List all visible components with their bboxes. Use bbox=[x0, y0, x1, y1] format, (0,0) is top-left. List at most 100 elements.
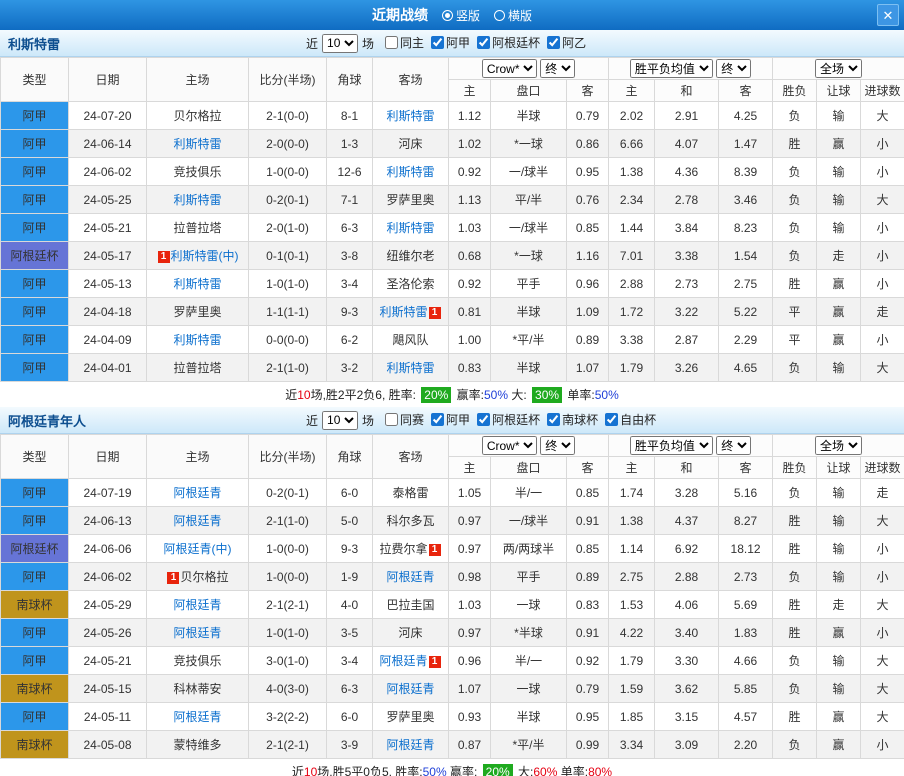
team-link[interactable]: 巴拉圭国 bbox=[386, 598, 434, 612]
score-cell: 1-0(0-0) bbox=[248, 157, 327, 186]
handicap-result-cell: 输 bbox=[816, 101, 862, 130]
filter-checkbox-同赛[interactable]: 同赛 bbox=[385, 411, 424, 428]
team-link[interactable]: 罗萨里奥 bbox=[386, 193, 434, 207]
team-link[interactable]: 飓风队 bbox=[392, 333, 428, 347]
result-cell: 负 bbox=[772, 478, 818, 507]
checkbox-input[interactable] bbox=[547, 413, 561, 426]
team-link[interactable]: 利斯特雷 bbox=[173, 277, 221, 291]
team-link[interactable]: 拉普拉塔 bbox=[173, 361, 221, 375]
filter-checkbox-同主[interactable]: 同主 bbox=[385, 34, 424, 51]
team-link[interactable]: 圣洛伦索 bbox=[386, 277, 434, 291]
europe-home-odds-cell: 1.53 bbox=[608, 590, 656, 619]
table-row: 阿甲 24-07-19 阿根廷青 0-2(0-1) 6-0 泰格雷 1.05 半/一 0.85 1… bbox=[0, 478, 904, 507]
orientation-vertical-radio[interactable]: 竖版 bbox=[441, 7, 480, 24]
scope-select[interactable]: 全场 bbox=[815, 59, 863, 78]
match-count-select[interactable]: 10 bbox=[322, 33, 359, 53]
team-name: 利斯特雷 bbox=[8, 36, 61, 52]
checkbox-input[interactable] bbox=[605, 413, 619, 426]
section-title-bar: 阿根廷青年人 近 10 场 同赛 阿甲 阿根廷杯 南球杯 自由杯 bbox=[0, 407, 904, 434]
europe-period-select[interactable]: 终 bbox=[716, 59, 752, 78]
team-link[interactable]: 利斯特雷 bbox=[173, 137, 221, 151]
team-link[interactable]: 泰格雷 bbox=[392, 486, 428, 500]
europe-away-odds-cell: 4.66 bbox=[718, 646, 774, 675]
checkbox-input[interactable] bbox=[477, 36, 491, 49]
filter-checkbox-阿根廷杯[interactable]: 阿根廷杯 bbox=[477, 411, 540, 428]
team-link[interactable]: 阿根廷青 bbox=[173, 486, 221, 500]
checkbox-input[interactable] bbox=[431, 413, 445, 426]
filter-checkbox-阿甲[interactable]: 阿甲 bbox=[431, 411, 470, 428]
team-link[interactable]: 利斯特雷 bbox=[173, 193, 221, 207]
checkbox-input[interactable] bbox=[477, 413, 491, 426]
filter-checkbox-阿甲[interactable]: 阿甲 bbox=[431, 34, 470, 51]
team-link[interactable]: 利斯特雷 bbox=[173, 333, 221, 347]
checkbox-input[interactable] bbox=[547, 36, 561, 49]
team-link[interactable]: 科林蒂安 bbox=[173, 682, 221, 696]
europe-period-select[interactable]: 终 bbox=[716, 436, 752, 455]
table-row: 南球杯 24-05-08 蒙特维多 2-1(2-1) 3-9 阿根廷青 0.87 *平/半 0.… bbox=[0, 730, 904, 759]
team-link[interactable]: 阿根廷青 bbox=[386, 682, 434, 696]
match-count-select[interactable]: 10 bbox=[322, 410, 359, 430]
europe-odds-select[interactable]: 胜平负均值 bbox=[629, 436, 713, 455]
team-link[interactable]: 阿根廷青 bbox=[173, 514, 221, 528]
team-link[interactable]: 阿根廷青 bbox=[386, 570, 434, 584]
odds-company-select[interactable]: Crow* bbox=[481, 436, 537, 455]
odds-period-select[interactable]: 终 bbox=[540, 436, 576, 455]
filter-checkbox-阿根廷杯[interactable]: 阿根廷杯 bbox=[477, 34, 540, 51]
col-away: 客场 bbox=[372, 434, 449, 479]
checkbox-input[interactable] bbox=[385, 413, 399, 426]
team-link[interactable]: 阿根廷青 bbox=[173, 598, 221, 612]
team-link[interactable]: 利斯特雷 bbox=[386, 109, 434, 123]
europe-home-odds-cell: 4.22 bbox=[608, 618, 656, 647]
summary-bar: 近 10 场,胜5平0负5, 胜率: 50% 赢率: 20% 大: 60% 单率: 80% bbox=[0, 759, 904, 776]
team-link[interactable]: 阿根廷青(中) bbox=[164, 542, 232, 556]
team-link[interactable]: 竞技俱乐 bbox=[173, 654, 221, 668]
home-team-cell: 阿根廷青 bbox=[146, 506, 249, 535]
checkbox-label: 南球杯 bbox=[562, 413, 599, 427]
col-date: 日期 bbox=[68, 57, 147, 102]
odds-company-select[interactable]: Crow* bbox=[481, 59, 537, 78]
sub-col-handicap-result: 让球 bbox=[816, 456, 862, 479]
team-link[interactable]: 贝尔格拉 bbox=[173, 109, 221, 123]
europe-draw-odds-cell: 2.88 bbox=[654, 562, 720, 591]
team-link[interactable]: 利斯特雷(中) bbox=[171, 249, 239, 263]
filter-checkbox-阿乙[interactable]: 阿乙 bbox=[547, 34, 586, 51]
team-link[interactable]: 贝尔格拉 bbox=[180, 570, 228, 584]
team-link[interactable]: 蒙特维多 bbox=[173, 738, 221, 752]
team-link[interactable]: 河床 bbox=[398, 626, 422, 640]
asia-home-odds-cell: 1.00 bbox=[448, 325, 491, 354]
team-link[interactable]: 阿根廷青 bbox=[173, 626, 221, 640]
checkbox-input[interactable] bbox=[385, 36, 399, 49]
team-link[interactable]: 罗萨里奥 bbox=[173, 305, 221, 319]
score-cell: 4-0(3-0) bbox=[248, 674, 327, 703]
team-link[interactable]: 河床 bbox=[398, 137, 422, 151]
table-row: 阿甲 24-04-09 利斯特雷 0-0(0-0) 6-2 飓风队 1.00 *平/半 0.89… bbox=[0, 325, 904, 354]
team-link[interactable]: 利斯特雷 bbox=[386, 221, 434, 235]
league-cell: 阿根廷杯 bbox=[0, 534, 69, 563]
team-link[interactable]: 阿根廷青 bbox=[386, 738, 434, 752]
europe-odds-select[interactable]: 胜平负均值 bbox=[629, 59, 713, 78]
goal-result-cell: 小 bbox=[860, 213, 904, 242]
team-link[interactable]: 拉费尔拿 bbox=[379, 542, 427, 556]
team-link[interactable]: 罗萨里奥 bbox=[386, 710, 434, 724]
goal-result-cell: 小 bbox=[860, 269, 904, 298]
filter-checkbox-南球杯[interactable]: 南球杯 bbox=[547, 411, 598, 428]
team-link[interactable]: 拉普拉塔 bbox=[173, 221, 221, 235]
checkbox-input[interactable] bbox=[431, 36, 445, 49]
close-button[interactable]: ✕ bbox=[877, 4, 899, 26]
table-row: 阿甲 24-05-21 拉普拉塔 2-0(1-0) 6-3 利斯特雷 1.03 一/球半 0.8… bbox=[0, 213, 904, 242]
team-link[interactable]: 利斯特雷 bbox=[386, 165, 434, 179]
team-link[interactable]: 纽维尔老 bbox=[386, 249, 434, 263]
scope-select[interactable]: 全场 bbox=[815, 436, 863, 455]
team-link[interactable]: 利斯特雷 bbox=[379, 305, 427, 319]
orientation-horizontal-radio[interactable]: 横版 bbox=[494, 7, 532, 24]
team-link[interactable]: 竞技俱乐 bbox=[173, 165, 221, 179]
filter-checkbox-自由杯[interactable]: 自由杯 bbox=[605, 411, 656, 428]
team-link[interactable]: 阿根廷青 bbox=[173, 710, 221, 724]
team-link[interactable]: 利斯特雷 bbox=[386, 361, 434, 375]
team-link[interactable]: 科尔多瓦 bbox=[386, 514, 434, 528]
asia-home-odds-cell: 0.97 bbox=[448, 534, 491, 563]
odds-period-select[interactable]: 终 bbox=[540, 59, 576, 78]
date-cell: 24-04-18 bbox=[68, 297, 147, 326]
team-link[interactable]: 阿根廷青 bbox=[379, 654, 427, 668]
near-label: 近 bbox=[306, 36, 319, 51]
